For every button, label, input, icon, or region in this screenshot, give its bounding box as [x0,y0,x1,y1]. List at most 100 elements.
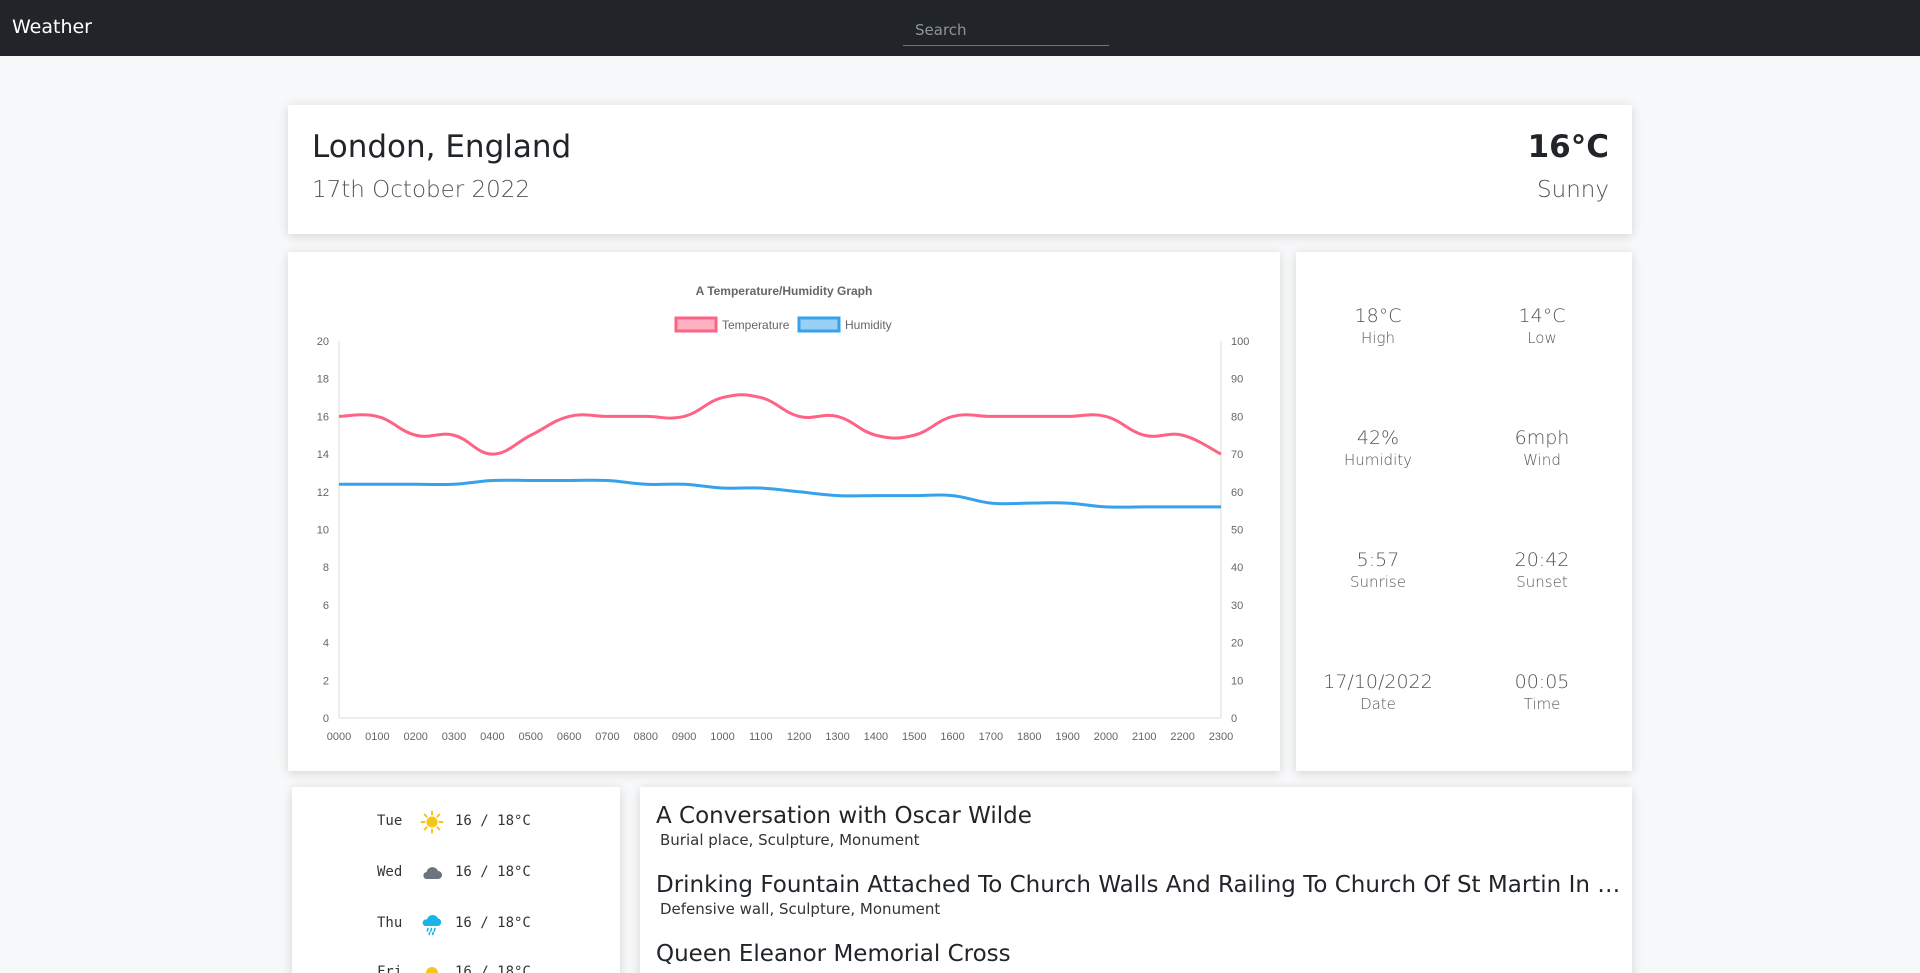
nearby-places-card: A Conversation with Oscar Wilde Burial p… [640,787,1632,973]
stat-sunrise: 5:57 Sunrise [1313,549,1443,591]
x-tick-label: 2300 [1209,731,1233,743]
weather-stats-card: 18°C High 14°C Low 42% Humidity 6mph Win… [1296,252,1632,771]
x-tick-label: 0400 [480,731,504,743]
stat-value: 00:05 [1514,671,1570,693]
forecast-day: Wed [377,864,403,880]
current-date: 17th October 2022 [312,177,531,203]
y-right-tick-label: 50 [1231,525,1243,537]
y-left-tick-label: 2 [323,675,329,687]
forecast-range: 16 / 18°C [455,813,531,829]
x-tick-label: 2100 [1132,731,1156,743]
place-tags: Burial place, Sculpture, Monument [660,831,920,849]
x-tick-label: 1700 [979,731,1003,743]
y-left-tick-label: 14 [317,449,329,461]
forecast-day: Thu [377,915,403,931]
stat-value: 18°C [1354,305,1402,327]
forecast-row: Fri 16 / 18°C [292,958,620,973]
legend-label-temperature[interactable]: Temperature [722,318,790,332]
x-tick-label: 1000 [710,731,734,743]
rain-icon [422,914,442,936]
current-temperature: 16°C [1527,129,1609,165]
stat-wind: 6mph Wind [1477,427,1607,469]
x-tick-label: 2200 [1170,731,1194,743]
sun-icon [420,810,444,834]
x-tick-label: 0000 [327,731,351,743]
place-item[interactable]: Drinking Fountain Attached To Church Wal… [656,872,1626,918]
x-tick-label: 1100 [749,731,773,743]
legend-label-humidity[interactable]: Humidity [845,318,892,332]
y-right-tick-label: 0 [1231,713,1237,725]
y-right-tick-label: 20 [1231,638,1243,650]
brand-title[interactable]: Weather [12,16,92,38]
place-item[interactable]: Queen Eleanor Memorial Cross [656,941,1626,969]
x-tick-label: 0500 [518,731,542,743]
x-tick-label: 1500 [902,731,926,743]
forecast-row: Tue 16 / 18°C [292,807,620,837]
temperature-humidity-chart-card: A Temperature/Humidity Graph Temperature… [288,252,1280,771]
y-left-tick-label: 20 [317,336,329,348]
x-tick-label: 1300 [825,731,849,743]
stat-sunset: 20:42 Sunset [1477,549,1607,591]
stat-high: 18°C High [1313,305,1443,347]
x-tick-label: 0600 [557,731,581,743]
y-left-tick-label: 8 [323,562,329,574]
legend-swatch-temperature[interactable] [674,316,718,333]
search-input[interactable] [903,14,1109,46]
y-left-tick-label: 10 [317,525,329,537]
x-tick-label: 1800 [1017,731,1041,743]
forecast-range: 16 / 18°C [455,915,531,931]
y-right-tick-label: 70 [1231,449,1243,461]
stat-label: Time [1523,695,1561,713]
place-name[interactable]: A Conversation with Oscar Wilde [656,803,1626,829]
stat-value: 14°C [1518,305,1566,327]
forecast-day: Fri [377,964,403,973]
x-tick-label: 2000 [1094,731,1118,743]
x-tick-label: 1400 [864,731,888,743]
stat-label: Sunrise [1350,573,1406,591]
forecast-range: 16 / 18°C [455,964,531,973]
forecast-range: 16 / 18°C [455,864,531,880]
chart-title: A Temperature/Humidity Graph [696,284,873,298]
location-name: London, England [312,129,572,165]
x-tick-label: 0900 [672,731,696,743]
place-item[interactable]: A Conversation with Oscar Wilde Burial p… [656,803,1626,849]
y-right-tick-label: 90 [1231,374,1243,386]
forecast-row: Thu 16 / 18°C [292,909,620,939]
x-tick-label: 0700 [595,731,619,743]
stat-low: 14°C Low [1477,305,1607,347]
y-right-tick-label: 60 [1231,487,1243,499]
y-right-tick-label: 80 [1231,411,1243,423]
series-line-temperature [338,393,1222,456]
y-right-tick-label: 30 [1231,600,1243,612]
stat-label: Sunset [1516,573,1568,591]
stat-value: 6mph [1514,427,1570,449]
x-tick-label: 1600 [940,731,964,743]
place-name[interactable]: Drinking Fountain Attached To Church Wal… [656,872,1626,898]
y-left-tick-label: 18 [317,374,329,386]
stat-label: Humidity [1343,451,1412,469]
sun-icon [426,967,438,973]
y-left-tick-label: 12 [317,487,329,499]
forecast-day: Tue [377,813,403,829]
stat-humidity: 42% Humidity [1313,427,1443,469]
y-left-tick-label: 0 [323,713,329,725]
stat-label: High [1361,329,1395,347]
legend-swatch-humidity[interactable] [797,316,841,333]
cloud-icon [423,867,442,879]
place-name[interactable]: Queen Eleanor Memorial Cross [656,941,1626,967]
daily-forecast-card: Tue 16 / 18°C Wed 16 / 18°C Thu 16 / 18°… [292,787,620,973]
stat-value: 5:57 [1356,549,1400,571]
stat-date: 17/10/2022 Date [1313,671,1443,713]
x-tick-label: 0800 [634,731,658,743]
y-left-tick-label: 16 [317,411,329,423]
stat-value: 17/10/2022 [1323,671,1433,693]
stat-label: Wind [1523,451,1561,469]
stat-value: 42% [1356,427,1400,449]
current-condition: Sunny [1537,177,1609,203]
place-tags: Defensive wall, Sculpture, Monument [660,900,941,918]
y-left-tick-label: 6 [323,600,329,612]
x-tick-label: 0100 [365,731,389,743]
forecast-row: Wed 16 / 18°C [292,858,620,888]
x-tick-label: 1900 [1055,731,1079,743]
x-tick-label: 0200 [403,731,427,743]
